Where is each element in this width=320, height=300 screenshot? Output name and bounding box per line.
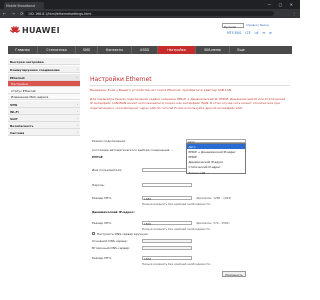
- browser-tab[interactable]: Mobile Broadband: [4, 2, 44, 9]
- sidebar-item-vpn[interactable]: VPN ›: [8, 101, 80, 108]
- dyn-mtu-hint: (Диапазон: 576 - 1500): [196, 221, 230, 225]
- header-right: Русский Справка | Выход MTS RUS LTE ull …: [182, 23, 292, 43]
- language-select[interactable]: Русский: [222, 23, 244, 29]
- message-icon[interactable]: ✉: [262, 31, 265, 35]
- globe-icon[interactable]: ⊕: [269, 31, 272, 35]
- chevron-down-icon: ⌄: [75, 75, 78, 80]
- primary-dns-label: Основной DNS-сервер:: [92, 239, 128, 243]
- browser-titlebar: Mobile Broadband — ▢ ✕: [0, 0, 300, 9]
- signal-icon: ull: [254, 31, 259, 35]
- primary-dns-field[interactable]: [142, 238, 192, 244]
- sidebar-item-label: Настройки: [11, 82, 28, 87]
- password-field[interactable]: [142, 182, 192, 188]
- chevron-right-icon: ›: [76, 116, 78, 121]
- sidebar-item-label: Система: [10, 130, 25, 135]
- static-mtu-label: Размер MTU:: [92, 256, 112, 260]
- tab-title: Mobile Broadband: [6, 3, 35, 8]
- sidebar-item-quick-setup[interactable]: Быстрая настройка: [8, 58, 80, 65]
- mode-dropdown[interactable]: Авто PPPoE + Динамический IP-адрес PPPoE…: [186, 143, 246, 175]
- operator-name: MTS RUS: [227, 31, 242, 35]
- network-type: LTE: [245, 31, 251, 35]
- secondary-dns-label: Вторичный DNS-сервер:: [92, 246, 130, 250]
- pppoe-mtu-hint: (Диапазон: 1280 - 1492): [196, 196, 232, 200]
- browser-toolbar: ← → ⟳ 192.168.8.1/html/ethernetsettings.…: [0, 9, 300, 18]
- status-row: MTS RUS LTE ull ✉ ⊕: [227, 31, 275, 35]
- sidebar-item-label: Изменение MAC-адреса: [11, 95, 49, 100]
- chevron-right-icon: ›: [76, 67, 78, 72]
- password-label: Пароль:: [92, 183, 105, 187]
- dyn-mtu-label: Размер MTU:: [92, 221, 112, 225]
- window-controls[interactable]: — ▢ ✕: [267, 2, 296, 7]
- sidebar-item-label: Коммутируемое соединение: [10, 67, 60, 72]
- nav-home[interactable]: Главная: [8, 46, 38, 54]
- sidebar-item-voip[interactable]: VoIP ›: [8, 115, 80, 122]
- sidebar-item-label: Безопасность: [10, 123, 34, 128]
- nav-sms[interactable]: SMS: [76, 46, 98, 54]
- chevron-right-icon: ›: [76, 123, 78, 128]
- dyn-mtu-field[interactable]: 1500: [142, 220, 192, 226]
- sidebar-item-label: Ethernet: [10, 75, 25, 80]
- sidebar-item-system[interactable]: Система ›: [8, 129, 80, 136]
- chevron-right-icon: ›: [76, 102, 78, 107]
- pppoe-mtu-label: Размер MTU:: [92, 196, 112, 200]
- sidebar-item-label: Быстрая настройка: [10, 59, 44, 64]
- chevron-right-icon: ›: [76, 109, 78, 114]
- nav-statistics[interactable]: Статистика: [38, 46, 76, 54]
- apply-button[interactable]: Применить: [222, 271, 246, 277]
- huawei-flower-icon: [10, 26, 20, 33]
- secondary-dns-field[interactable]: [142, 245, 192, 251]
- pppoe-section: PPPoE: [92, 155, 103, 159]
- static-mtu-field[interactable]: 1500: [142, 255, 192, 261]
- nav-settings[interactable]: Настройки: [158, 46, 196, 54]
- sidebar-item-dialup[interactable]: Коммутируемое соединение ›: [8, 66, 80, 73]
- nav-ussd[interactable]: USSD: [132, 46, 158, 54]
- chevron-right-icon: ›: [76, 130, 78, 135]
- warning-wan: Для параметра Режим подключения задано з…: [90, 97, 286, 110]
- warning-adapter: Внимание: Если у Вашего устройства нет п…: [90, 88, 233, 92]
- nav-more[interactable]: Еще: [230, 46, 252, 54]
- nav-sim-menu[interactable]: SIM-меню: [196, 46, 230, 54]
- sidebar-item-label: VoIP: [10, 116, 18, 121]
- username-field[interactable]: [142, 167, 192, 173]
- nav-buttons[interactable]: ← → ⟳: [3, 11, 26, 16]
- dynamic-ip-section: Динамический IP-адрес:: [92, 210, 135, 214]
- static-mtu-warning: Нельзя изменять без крайней необходимост…: [142, 262, 212, 266]
- sidebar: Быстрая настройка Коммутируемое соединен…: [8, 56, 80, 296]
- sidebar-item-mac-clone[interactable]: Изменение MAC-адреса: [8, 93, 80, 100]
- header-links[interactable]: Справка | Выход: [246, 24, 269, 27]
- page-title: Настройки Ethernet: [90, 76, 152, 83]
- sidebar-item-label: VPN: [10, 102, 18, 107]
- auto-status-label: Состояние автоматического выбора соедине…: [92, 148, 175, 152]
- sidebar-item-wifi[interactable]: Wi-Fi ›: [8, 108, 80, 115]
- username-label: Имя пользователя:: [92, 168, 123, 172]
- huawei-logo: HUAWEI: [10, 25, 90, 37]
- sidebar-item-security[interactable]: Безопасность ›: [8, 122, 80, 129]
- main-nav: Главная Статистика SMS Контакты USSD Нас…: [8, 46, 292, 54]
- page-header: HUAWEI Русский Справка | Выход MTS RUS L…: [0, 18, 300, 46]
- address-bar[interactable]: 192.168.8.1/html/ethernetsettings.html: [24, 10, 274, 17]
- browser-menu-icon[interactable]: ⋮: [292, 11, 296, 16]
- mode-label: Режим подключения:: [92, 139, 126, 143]
- pppoe-mtu-field[interactable]: 1480: [142, 195, 192, 201]
- pppoe-mtu-warning: Нельзя изменять без крайней необходимост…: [142, 202, 212, 206]
- mode-option[interactable]: Только LAN: [187, 170, 245, 175]
- sidebar-item-label: Wi-Fi: [10, 109, 19, 114]
- dyn-mtu-warning: Нельзя изменять без крайней необходимост…: [142, 227, 212, 231]
- brand-name: HUAWEI: [22, 26, 60, 35]
- sidebar-item-label: Статус Ethernet: [11, 88, 36, 93]
- dns-manual-label: Настроить DNS-сервер вручную:: [97, 232, 149, 236]
- dns-manual-checkbox[interactable]: [92, 232, 96, 236]
- nav-contacts[interactable]: Контакты: [98, 46, 132, 54]
